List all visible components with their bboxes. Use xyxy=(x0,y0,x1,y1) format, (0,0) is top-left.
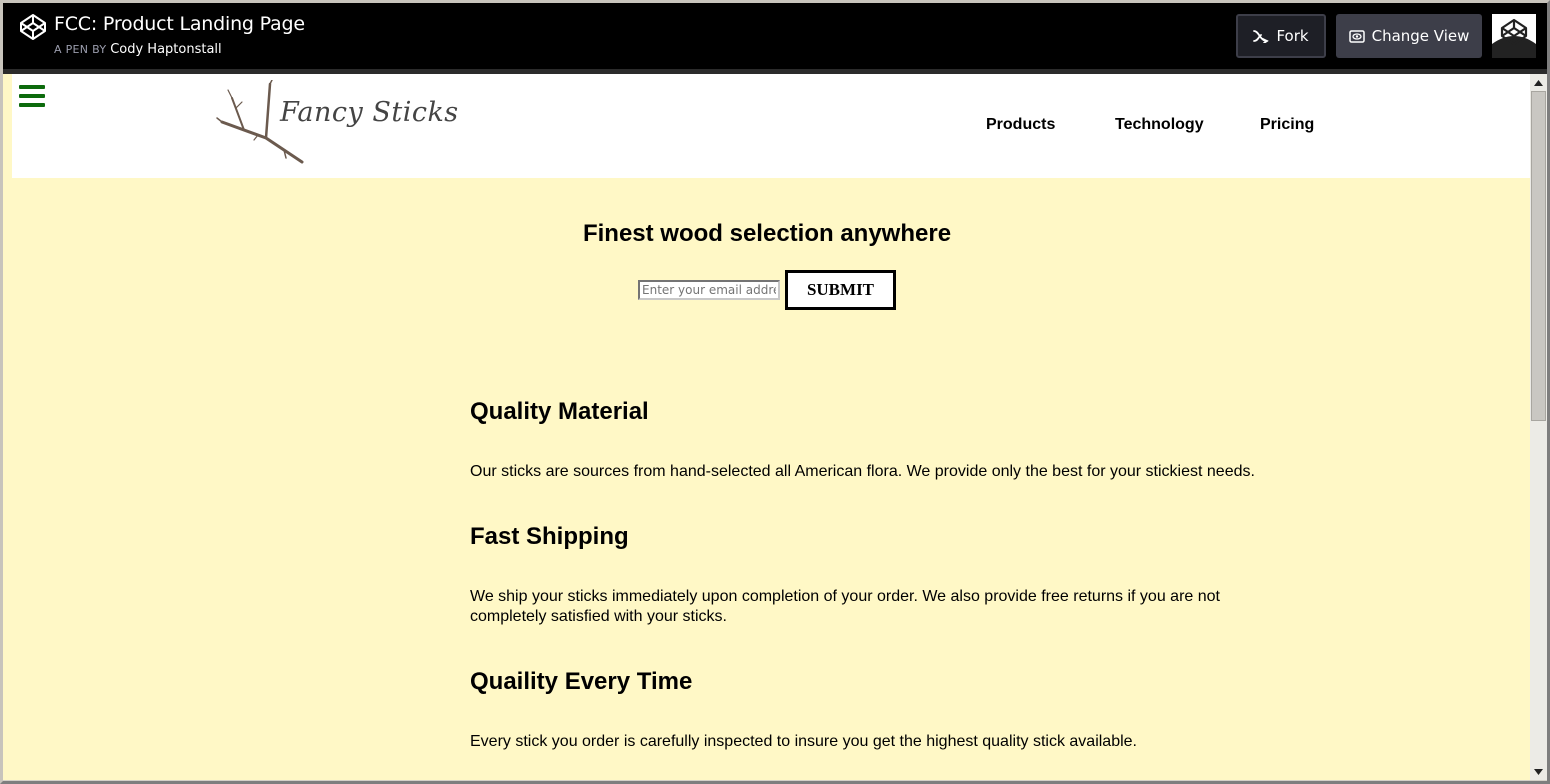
email-input[interactable] xyxy=(638,280,780,300)
fork-icon xyxy=(1253,30,1270,43)
site-header: Fancy Sticks Products Technology Pricing xyxy=(12,74,1530,178)
submit-button[interactable]: SUBMIT xyxy=(785,270,896,310)
feature-text: Our sticks are sources from hand-selecte… xyxy=(470,463,1255,480)
logo-text[interactable]: Fancy Sticks xyxy=(280,97,459,128)
feature-title: Quaility Every Time xyxy=(470,668,693,695)
nav-link-technology[interactable]: Technology xyxy=(1115,116,1204,134)
hamburger-menu-icon[interactable] xyxy=(19,85,45,107)
feature-title: Quality Material xyxy=(470,398,649,425)
fork-label: Fork xyxy=(1276,27,1309,45)
hero-title: Finest wood selection anywhere xyxy=(582,220,952,247)
eye-icon xyxy=(1348,29,1365,43)
scroll-down-arrow-icon[interactable] xyxy=(1530,763,1547,780)
vertical-scrollbar[interactable] xyxy=(1530,74,1547,780)
avatar-codepen-icon xyxy=(1492,14,1536,58)
scrollbar-thumb[interactable] xyxy=(1531,91,1546,421)
pen-byline: A PEN BY Cody Haptonstall xyxy=(54,42,222,57)
user-avatar[interactable] xyxy=(1492,14,1536,58)
codepen-logo-icon[interactable] xyxy=(19,13,47,41)
change-view-button[interactable]: Change View xyxy=(1336,14,1482,58)
byline-prefix: A PEN BY xyxy=(54,43,107,56)
preview-page: Fancy Sticks Products Technology Pricing… xyxy=(12,74,1530,780)
change-view-label: Change View xyxy=(1371,27,1470,45)
nav-link-pricing[interactable]: Pricing xyxy=(1260,116,1314,134)
page-gutter xyxy=(3,74,12,780)
codepen-header: FCC: Product Landing Page A PEN BY Cody … xyxy=(3,3,1547,69)
nav-link-products[interactable]: Products xyxy=(986,116,1055,134)
fork-button[interactable]: Fork xyxy=(1236,14,1326,58)
scroll-up-arrow-icon[interactable] xyxy=(1530,74,1547,91)
feature-text: We ship your sticks immediately upon com… xyxy=(470,588,1220,625)
feature-title: Fast Shipping xyxy=(470,523,629,550)
author-link[interactable]: Cody Haptonstall xyxy=(110,42,221,57)
feature-text: Every stick you order is carefully inspe… xyxy=(470,733,1137,750)
pen-title: FCC: Product Landing Page xyxy=(54,13,305,35)
